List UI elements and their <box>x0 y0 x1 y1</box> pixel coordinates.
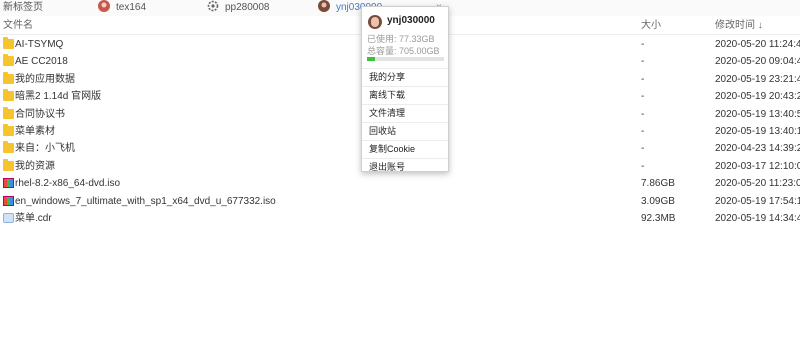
file-size: - <box>641 108 645 120</box>
avatar-icon <box>98 0 110 12</box>
column-name-header[interactable]: 文件名 <box>3 18 33 34</box>
folder-icon <box>3 89 14 102</box>
popup-username: ynj030000 <box>387 15 435 26</box>
column-date-header[interactable]: 修改时间 ↓ <box>715 18 763 34</box>
folder-icon <box>3 71 14 84</box>
folder-icon <box>3 106 14 119</box>
menu-item-offline-download[interactable]: 离线下载 <box>362 86 448 104</box>
file-date: 2020-05-20 09:04:42 <box>715 56 800 68</box>
file-name[interactable]: 我的应用数据 <box>15 71 75 88</box>
storage-bar-fill <box>367 57 376 61</box>
file-name[interactable]: 暗黑2 1.14d 官网版 <box>15 88 101 105</box>
file-date: 2020-05-19 20:43:24 <box>715 91 800 103</box>
file-date: 2020-05-19 14:34:47 <box>715 212 800 224</box>
column-size-header[interactable]: 大小 <box>641 18 661 34</box>
folder-icon <box>3 123 14 136</box>
image-file-icon <box>3 212 14 223</box>
menu-item-recycle-bin[interactable]: 回收站 <box>362 122 448 140</box>
tab-pp280008[interactable]: pp280008 <box>207 0 270 16</box>
file-size: - <box>641 91 645 103</box>
file-date: 2020-05-19 23:21:44 <box>715 73 800 85</box>
file-size: 3.09GB <box>641 195 675 207</box>
file-date: 2020-05-20 11:24:47 <box>715 39 800 50</box>
disc-image-icon <box>3 178 14 189</box>
file-date: 2020-03-17 12:10:05 <box>715 160 800 172</box>
storage-bar <box>367 57 444 61</box>
menu-item-copy-cookie[interactable]: 复制Cookie <box>362 140 448 158</box>
file-date: 2020-05-19 13:40:51 <box>715 108 800 120</box>
folder-icon <box>3 158 14 171</box>
folder-icon <box>3 141 14 154</box>
file-name[interactable]: AE CC2018 <box>15 53 68 70</box>
storage-total: 总容量: 705.00GB <box>367 46 440 56</box>
file-row[interactable]: en_windows_7_ultimate_with_sp1_x64_dvd_u… <box>0 193 800 210</box>
file-size: - <box>641 143 645 155</box>
file-name[interactable]: rhel-8.2-x86_64-dvd.iso <box>15 175 120 192</box>
file-name[interactable]: 菜单.cdr <box>15 210 52 227</box>
file-size: - <box>641 39 645 50</box>
account-popup: ynj030000 已使用: 77.33GB 总容量: 705.00GB 我的分… <box>361 6 449 172</box>
file-date: 2020-05-19 17:54:10 <box>715 195 800 207</box>
popup-menu: 我的分享 离线下载 文件清理 回收站 复制Cookie 退出账号 <box>362 68 448 176</box>
menu-item-logout[interactable]: 退出账号 <box>362 158 448 176</box>
folder-icon <box>3 54 14 67</box>
file-row[interactable]: 菜单.cdr 92.3MB 2020-05-19 14:34:47 <box>0 210 800 227</box>
file-name[interactable]: AI-TSYMQ <box>15 36 63 53</box>
tab-new-page[interactable]: 新标签页 <box>3 0 43 16</box>
file-size: - <box>641 73 645 85</box>
file-date: 2020-05-20 11:23:02 <box>715 178 800 190</box>
file-size: 92.3MB <box>641 212 676 224</box>
menu-item-my-shares[interactable]: 我的分享 <box>362 68 448 86</box>
avatar-icon <box>318 0 330 12</box>
disc-image-icon <box>3 195 14 206</box>
file-size: - <box>641 160 645 172</box>
menu-item-file-cleanup[interactable]: 文件清理 <box>362 104 448 122</box>
file-row[interactable]: rhel-8.2-x86_64-dvd.iso 7.86GB 2020-05-2… <box>0 175 800 192</box>
file-date: 2020-05-19 13:40:13 <box>715 125 800 137</box>
file-name[interactable]: 来自：小飞机 <box>15 140 75 157</box>
folder-icon <box>3 37 14 49</box>
file-name[interactable]: en_windows_7_ultimate_with_sp1_x64_dvd_u… <box>15 193 276 210</box>
file-name[interactable]: 合同协议书 <box>15 106 65 123</box>
file-size: - <box>641 56 645 68</box>
file-name[interactable]: 我的资源 <box>15 158 55 175</box>
file-size: - <box>641 125 645 137</box>
file-size: 7.86GB <box>641 178 675 190</box>
avatar <box>368 15 382 29</box>
file-name[interactable]: 菜单素材 <box>15 123 55 140</box>
gear-icon <box>207 0 219 12</box>
tab-tex164[interactable]: tex164 <box>98 0 146 16</box>
file-date: 2020-04-23 14:39:22 <box>715 143 800 155</box>
